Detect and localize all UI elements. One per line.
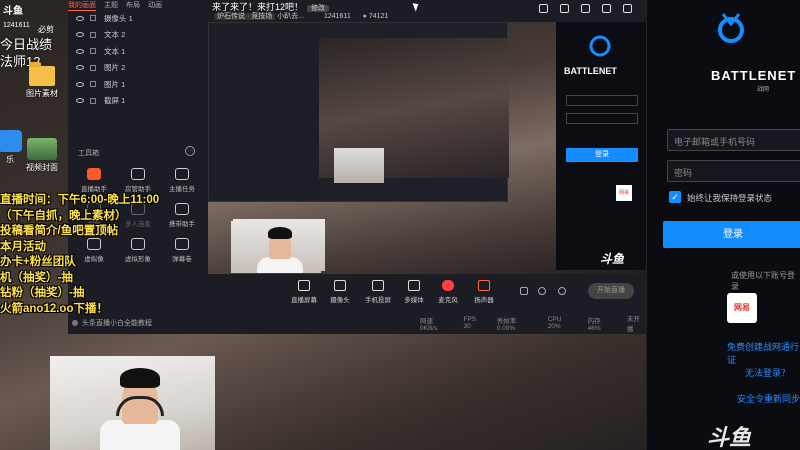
grid-icon[interactable] bbox=[581, 4, 590, 13]
carry-icon bbox=[175, 203, 189, 215]
login-button[interactable]: 登录 bbox=[663, 221, 800, 248]
lock-icon[interactable] bbox=[90, 31, 96, 38]
room-id: 1241611 bbox=[3, 22, 30, 29]
cannot-login-link[interactable]: 无法登录？ bbox=[745, 366, 790, 379]
layout-icon[interactable] bbox=[560, 4, 569, 13]
lock-icon[interactable] bbox=[90, 15, 96, 22]
danmaku-icon bbox=[175, 238, 189, 250]
toolbox-title: 工具箱 bbox=[78, 150, 99, 157]
folder-icon[interactable]: 图片素材 bbox=[22, 62, 62, 99]
password-field[interactable]: 密码 bbox=[667, 160, 800, 182]
window-topbar: 来了来了！来打12吧！ 修改 炉石传说 · 竞技场 小趴去... 1241611 … bbox=[208, 0, 646, 22]
or-label: 或使用以下账号登录 bbox=[731, 271, 795, 291]
tutorial-hint[interactable]: 头条直播小白全能教程 bbox=[72, 318, 152, 328]
category-chip[interactable]: 炉石传说 · 竞技场 bbox=[214, 13, 276, 20]
nested-webcam bbox=[334, 148, 384, 183]
record-icon[interactable] bbox=[520, 287, 528, 295]
play-icon bbox=[408, 280, 420, 291]
eye-icon[interactable] bbox=[76, 98, 84, 104]
info-icon bbox=[72, 320, 78, 327]
stream-screen: 斗鱼 1241611 必剪 今日战绩 法师12 图片素材 乐 视频封面 我的画面… bbox=[0, 0, 800, 450]
layer-list: 摄像头 1 文本 2 文本 1 图片 2 图片 1 截屏 1 bbox=[68, 10, 208, 110]
trash-icon[interactable] bbox=[602, 4, 611, 13]
netease-login-button[interactable]: 网易 bbox=[727, 293, 757, 323]
email-field[interactable]: 电子邮箱或手机号码 bbox=[667, 129, 800, 151]
schedule-overlay: 直播时间：下午6:00-晚上11:00 （下午自抓，晚上素材） 投稿看简介/鱼吧… bbox=[0, 194, 160, 315]
lock-icon[interactable] bbox=[90, 97, 96, 104]
layer-item[interactable]: 图片 1 bbox=[68, 76, 208, 93]
screen-capture-button[interactable]: 直播屏幕 bbox=[284, 280, 324, 304]
nested-login-button: 登录 bbox=[566, 148, 638, 162]
layer-item[interactable]: 图片 2 bbox=[68, 60, 208, 77]
nested-battlenet-wordmark: BATTLENET bbox=[564, 66, 617, 76]
video-cover-icon[interactable]: 视频封面 bbox=[22, 138, 62, 173]
eye-icon[interactable] bbox=[76, 48, 84, 54]
viewer-count: 74121 bbox=[368, 13, 389, 20]
task-icon bbox=[175, 168, 189, 180]
gift-icon[interactable] bbox=[539, 4, 548, 13]
battlenet-logo-icon bbox=[718, 13, 744, 43]
remember-checkbox[interactable]: ✓ bbox=[669, 191, 681, 203]
nested-preview bbox=[208, 22, 509, 202]
battlenet-wordmark: BATTLENET bbox=[711, 68, 797, 83]
tab-layout[interactable]: 布局 bbox=[126, 0, 140, 10]
eye-icon[interactable] bbox=[76, 81, 84, 87]
layer-item[interactable]: 文本 1 bbox=[68, 43, 208, 60]
eye-icon[interactable] bbox=[76, 32, 84, 38]
eye-icon[interactable] bbox=[76, 65, 84, 71]
monitor-icon bbox=[298, 280, 310, 291]
tab-animation[interactable]: 动画 bbox=[148, 0, 162, 10]
eye-icon[interactable] bbox=[76, 15, 84, 21]
live-assistant-icon bbox=[87, 168, 101, 180]
eye-icon[interactable] bbox=[538, 287, 546, 295]
room-admin-icon bbox=[131, 168, 145, 180]
settings-icon[interactable] bbox=[558, 287, 566, 295]
battlenet-sub: 战网 bbox=[757, 87, 770, 93]
room-subtitle: 炉石传说 · 竞技场 小趴去... 1241611 ● 74121 bbox=[214, 11, 388, 21]
speaker-icon bbox=[478, 280, 490, 291]
microphone-button[interactable]: 麦克风 bbox=[428, 280, 468, 304]
layer-item[interactable]: 摄像头 1 bbox=[68, 10, 208, 27]
tool-live-assistant[interactable]: 直播助手 bbox=[72, 168, 116, 193]
webcam-feed bbox=[50, 356, 215, 450]
webcam-feed-mid bbox=[233, 219, 325, 273]
lock-icon[interactable] bbox=[90, 48, 96, 55]
layer-item[interactable]: 截屏 1 bbox=[68, 93, 208, 110]
bijian-label: 必剪 bbox=[38, 25, 54, 34]
camera-icon bbox=[334, 280, 346, 291]
battlenet-login-window: BATTLENET 战网 电子邮箱或手机号码 密码 ✓ 始终让我保持登录状态 登… bbox=[646, 0, 800, 450]
start-live-button[interactable]: 开始直播 bbox=[588, 283, 634, 299]
layer-item[interactable]: 文本 2 bbox=[68, 27, 208, 44]
today-record: 今日战绩 法师12 bbox=[0, 37, 53, 69]
more-icon[interactable]: ··· bbox=[185, 146, 195, 156]
nested-battlenet-panel: BATTLENET 登录 网易 斗鱼 bbox=[556, 22, 646, 270]
battlenet-logo-icon bbox=[589, 35, 611, 57]
microphone-icon bbox=[442, 280, 454, 291]
scene-tabs: 我的画面 主题 布局 动画 bbox=[68, 0, 206, 11]
viewers-icon: ● bbox=[362, 13, 367, 20]
phone-icon bbox=[372, 280, 384, 291]
douyu-watermark: 斗鱼 bbox=[707, 425, 752, 450]
lock-icon[interactable] bbox=[90, 81, 96, 88]
phone-cast-button[interactable]: 手机投屏 bbox=[358, 280, 398, 304]
status-bar: 网速 0KB/s FPS 30 丢帧率 0.00% CPU 20% 内存 46%… bbox=[420, 316, 640, 333]
tool-anchor-task[interactable]: 主播任务 bbox=[160, 168, 204, 193]
remember-label: 始终让我保持登录状态 bbox=[687, 193, 773, 203]
authenticator-link[interactable]: 安全令重新同步 bbox=[737, 392, 800, 405]
window-controls bbox=[539, 4, 632, 13]
speaker-button[interactable]: 扬声器 bbox=[464, 280, 504, 304]
tab-theme[interactable]: 主题 bbox=[104, 0, 118, 10]
camera-button[interactable]: 摄像头 bbox=[320, 280, 360, 304]
create-account-link[interactable]: 免费创建战网通行证 bbox=[727, 340, 800, 366]
share-icon[interactable] bbox=[623, 4, 632, 13]
lock-icon[interactable] bbox=[90, 64, 96, 71]
tool-room-admin[interactable]: 房管助手 bbox=[116, 168, 160, 193]
bottom-toolbar: 直播屏幕 摄像头 手机投屏 多媒体 麦克风 扬声器 开始直播 bbox=[208, 274, 646, 314]
